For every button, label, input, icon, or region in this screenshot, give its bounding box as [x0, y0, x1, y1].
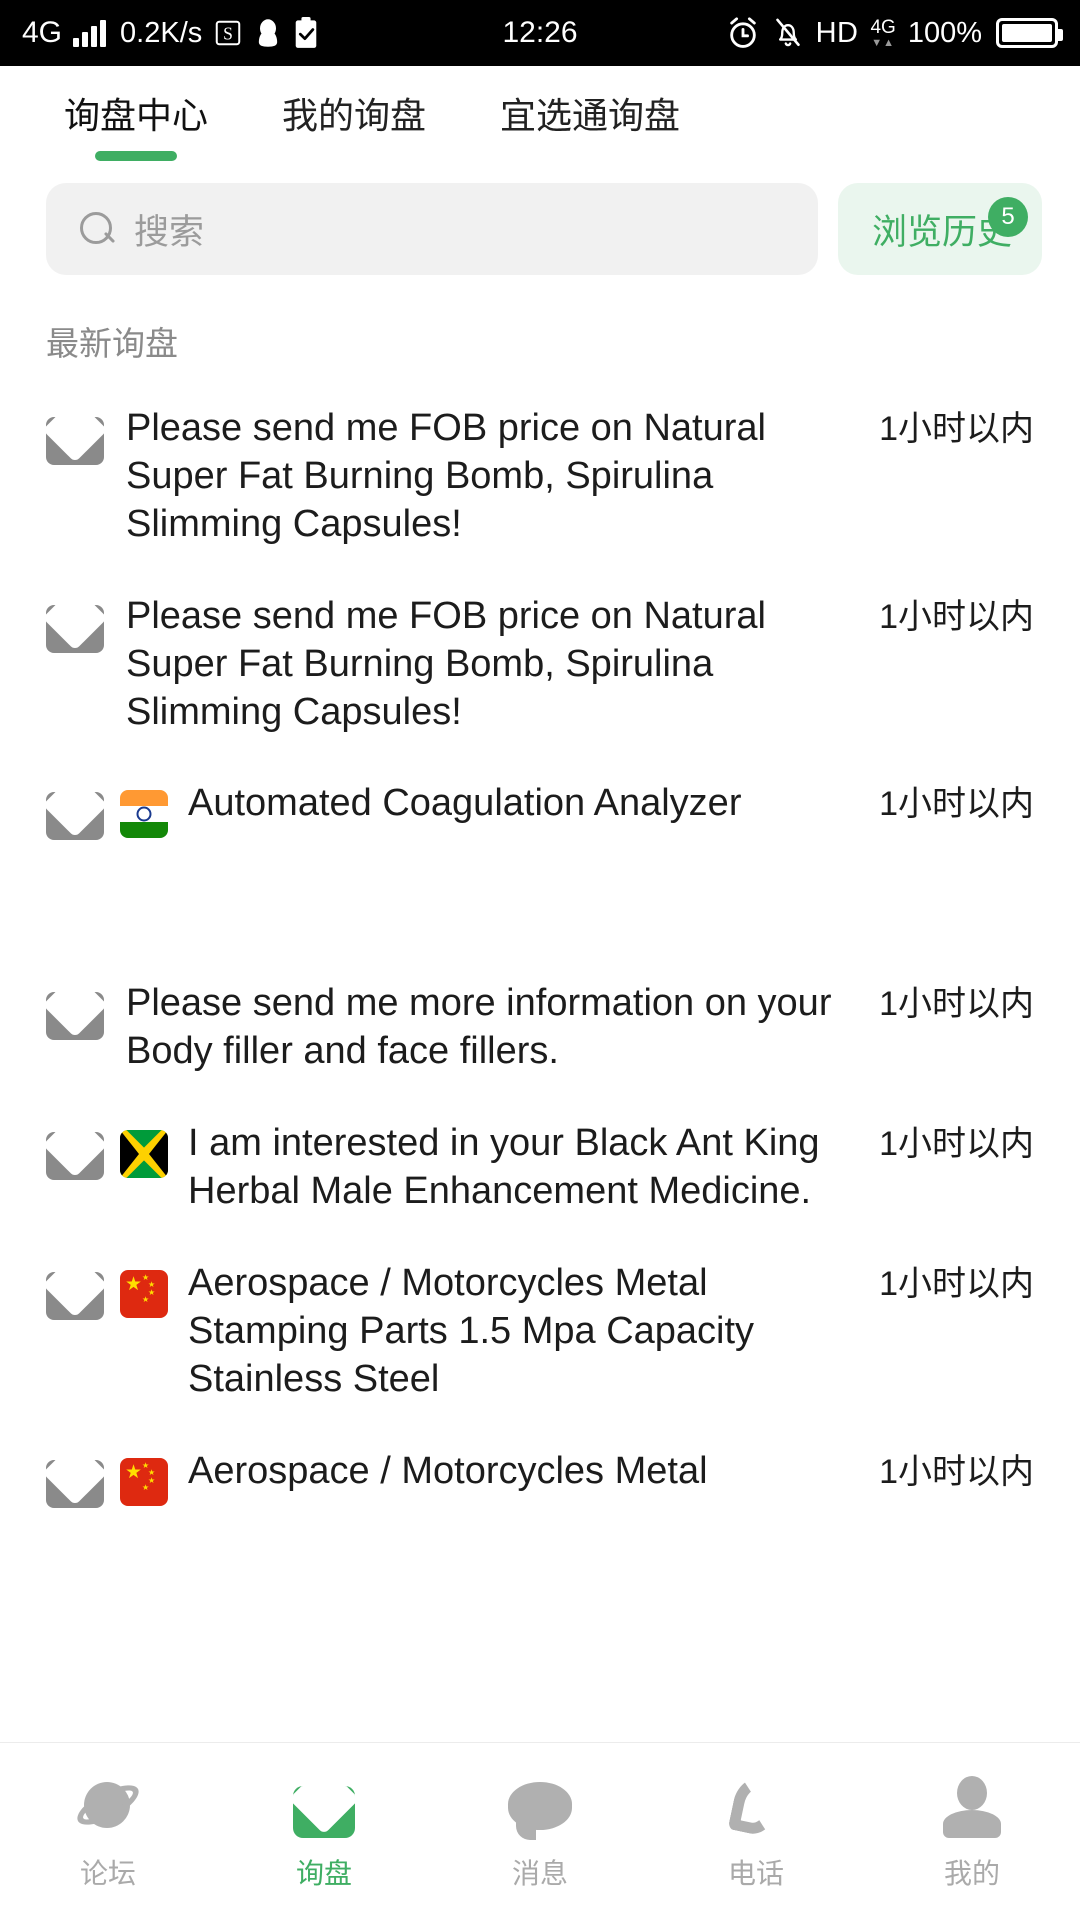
browse-history-badge: 5	[988, 197, 1028, 238]
list-item-body: Aerospace / Motorcycles Metal Stamping P…	[168, 1260, 1034, 1404]
tab-my-inquiries[interactable]: 我的询盘	[282, 94, 426, 161]
section-title-latest-inquiries: 最新询盘	[46, 325, 178, 363]
nav-item-phone[interactable]: 电话	[648, 1772, 864, 1892]
inquiry-time: 1小时以内	[879, 597, 1034, 636]
signal-bars-icon	[73, 19, 107, 47]
list-item[interactable]: Automated Coagulation Analyzer 1小时以内	[0, 758, 1080, 862]
envelope-icon	[46, 1459, 104, 1508]
search-input[interactable]: 搜索	[46, 183, 818, 276]
list-item-body: Automated Coagulation Analyzer 1小时以内	[168, 780, 1034, 828]
app-root: 4G 0.2K/s S 12:26 HD 4G ▼▲ 100% 询盘中心 我的询…	[0, 0, 1080, 1920]
inquiry-time: 1小时以内	[879, 1264, 1034, 1303]
nav-item-forum[interactable]: 论坛	[0, 1772, 216, 1892]
status-bar-left: 4G 0.2K/s S	[22, 17, 319, 49]
envelope-icon	[46, 992, 104, 1041]
tab-yixuantong-inquiries[interactable]: 宜选通询盘	[500, 94, 680, 161]
nav-item-messages[interactable]: 消息	[432, 1772, 648, 1892]
list-item[interactable]: I am interested in your Black Ant King H…	[0, 1098, 1080, 1238]
nav-item-profile[interactable]: 我的	[864, 1772, 1080, 1892]
flag-china-icon: ★ ★ ★ ★ ★	[120, 1269, 168, 1318]
alarm-clock-icon	[726, 16, 760, 50]
search-row: 搜索 浏览历史 5	[0, 161, 1080, 276]
tab-active-underline	[95, 151, 177, 162]
inquiry-time: 1小时以内	[879, 1125, 1034, 1164]
envelope-icon	[46, 792, 104, 841]
nav-item-label: 我的	[943, 1857, 1000, 1889]
tab-inquiry-center[interactable]: 询盘中心	[64, 94, 209, 162]
inquiry-title: Aerospace / Motorcycles Metal Stamping P…	[188, 1261, 755, 1400]
inquiry-title: Please send me FOB price on Natural Supe…	[126, 407, 766, 545]
clock-label: 12:26	[502, 16, 578, 49]
data-speed-label: 0.2K/s	[120, 16, 203, 49]
search-placeholder: 搜索	[134, 212, 205, 252]
inquiry-title: Please send me FOB price on Natural Supe…	[126, 594, 766, 733]
list-item-body: Please send me more information on your …	[104, 980, 1034, 1076]
person-icon	[942, 1772, 1002, 1838]
tab-label: 宜选通询盘	[500, 95, 681, 136]
envelope-icon	[46, 604, 104, 653]
list-gap	[0, 862, 1080, 958]
svg-text:S: S	[223, 23, 233, 43]
envelope-icon	[293, 1772, 355, 1838]
inquiry-title: Aerospace / Motorcycles Metal	[188, 1449, 708, 1492]
flag-india-icon	[120, 790, 168, 839]
phone-icon	[727, 1772, 785, 1838]
list-item[interactable]: Please send me FOB price on Natural Supe…	[0, 383, 1080, 571]
battery-icon	[996, 18, 1063, 48]
inquiry-time: 1小时以内	[879, 785, 1034, 824]
battery-percent-label: 100%	[907, 16, 982, 49]
browse-history-button[interactable]: 浏览历史 5	[837, 183, 1042, 276]
inquiry-time: 1小时以内	[879, 410, 1034, 449]
list-item[interactable]: ★ ★ ★ ★ ★ Aerospace / Motorcycles Metal 1小时以…	[0, 1426, 1080, 1530]
list-item-body: Aerospace / Motorcycles Metal 1小时以内	[168, 1448, 1034, 1496]
envelope-icon	[46, 417, 104, 466]
inquiry-time: 1小时以内	[879, 1452, 1034, 1491]
search-icon	[80, 212, 114, 246]
inquiry-title: Please send me more information on your …	[126, 982, 832, 1073]
list-item-body: I am interested in your Black Ant King H…	[168, 1120, 1034, 1216]
tab-active-underline	[549, 151, 631, 161]
list-item[interactable]: Please send me more information on your …	[0, 958, 1080, 1098]
nav-item-label: 论坛	[79, 1857, 136, 1889]
bottom-navigation-bar: 论坛 询盘 消息 电话 我的	[0, 1742, 1080, 1920]
list-item-body: Please send me FOB price on Natural Supe…	[104, 593, 1034, 737]
inquiry-title: I am interested in your Black Ant King H…	[188, 1122, 820, 1213]
qq-penguin-icon	[254, 17, 282, 49]
envelope-icon	[46, 1132, 104, 1181]
tab-label: 我的询盘	[282, 95, 427, 136]
inquiry-title: Automated Coagulation Analyzer	[188, 782, 742, 825]
nav-item-inquiry[interactable]: 询盘	[216, 1772, 432, 1892]
flag-china-icon: ★ ★ ★ ★ ★	[120, 1457, 168, 1506]
status-bar: 4G 0.2K/s S 12:26 HD 4G ▼▲ 100%	[0, 0, 1080, 66]
clipboard-check-icon	[293, 17, 319, 49]
tab-bar: 询盘中心 我的询盘 宜选通询盘	[0, 66, 1080, 162]
data-transfer-arrows-icon: ▼▲	[871, 36, 896, 49]
tab-active-underline	[313, 151, 395, 161]
hd-label: HD	[815, 16, 859, 49]
bell-off-icon	[772, 16, 804, 50]
envelope-icon	[46, 1271, 104, 1320]
chat-bubble-icon	[508, 1772, 572, 1840]
list-item-body: Please send me FOB price on Natural Supe…	[104, 405, 1034, 549]
list-item[interactable]: Please send me FOB price on Natural Supe…	[0, 571, 1080, 759]
planet-icon	[71, 1772, 145, 1838]
inquiry-time: 1小时以内	[879, 985, 1034, 1024]
nav-item-label: 询盘	[295, 1857, 352, 1889]
list-item[interactable]: ★ ★ ★ ★ ★ Aerospace / Motorcycles Metal Stam…	[0, 1238, 1080, 1426]
s-app-icon: S	[213, 18, 243, 48]
nav-item-label: 电话	[727, 1857, 784, 1889]
status-bar-right: HD 4G ▼▲ 100%	[726, 16, 1063, 50]
network-type-label: 4G	[22, 16, 63, 49]
flag-jamaica-icon	[120, 1130, 168, 1179]
inquiry-list: Please send me FOB price on Natural Supe…	[0, 365, 1080, 1529]
tab-label: 询盘中心	[64, 95, 209, 136]
secondary-network-label: 4G	[870, 16, 896, 38]
nav-item-label: 消息	[511, 1857, 568, 1889]
secondary-network-indicator: 4G ▼▲	[870, 18, 895, 49]
